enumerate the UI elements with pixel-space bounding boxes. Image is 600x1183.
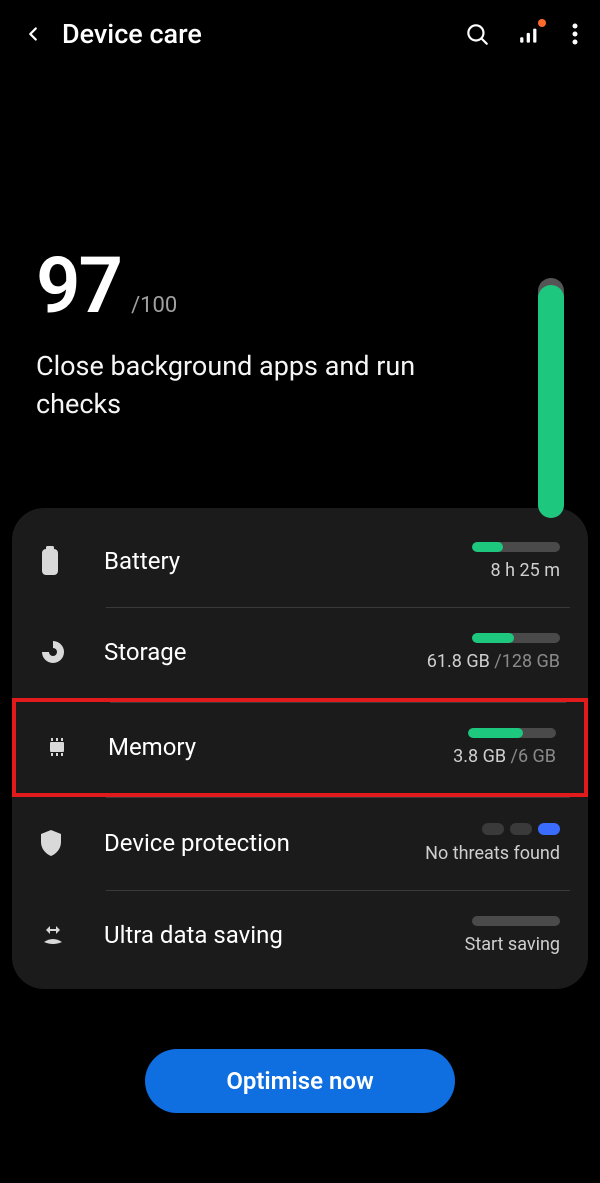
battery-row[interactable]: Battery 8 h 25 m <box>12 516 588 607</box>
status-card: Battery 8 h 25 m Storage 61.8 GB /128 GB… <box>12 508 588 989</box>
battery-progress <box>472 542 560 552</box>
battery-icon <box>40 546 104 576</box>
score-pill-fill <box>538 285 564 518</box>
score-max: /100 <box>131 293 177 318</box>
battery-sub: 8 h 25 m <box>491 560 560 581</box>
data-saving-sub: Start saving <box>465 934 560 955</box>
score-pill <box>538 278 564 518</box>
storage-sub: 61.8 GB /128 GB <box>427 651 560 672</box>
data-saving-progress <box>472 916 560 926</box>
memory-icon <box>44 734 108 760</box>
optimise-button[interactable]: Optimise now <box>145 1049 455 1113</box>
search-icon[interactable] <box>464 21 490 47</box>
more-menu-icon[interactable] <box>572 22 578 46</box>
protection-label: Device protection <box>104 829 425 857</box>
storage-row[interactable]: Storage 61.8 GB /128 GB <box>12 607 588 698</box>
data-saving-icon <box>40 922 104 948</box>
page-title: Device care <box>62 18 464 50</box>
protection-row[interactable]: Device protection No threats found <box>12 797 588 890</box>
storage-label: Storage <box>104 638 427 666</box>
back-button[interactable] <box>22 23 44 45</box>
notification-dot-icon <box>538 19 546 27</box>
score-section: 97 /100 Close background apps and run ch… <box>0 68 600 484</box>
score-subtitle: Close background apps and run checks <box>36 348 458 424</box>
data-saving-row[interactable]: Ultra data saving Start saving <box>12 890 588 981</box>
memory-row[interactable]: Memory 3.8 GB /6 GB <box>12 698 588 797</box>
data-usage-icon[interactable] <box>518 21 544 47</box>
shield-icon <box>40 829 104 857</box>
storage-icon <box>40 639 104 665</box>
score-value: 97 <box>36 248 121 326</box>
storage-progress <box>472 633 560 643</box>
memory-label: Memory <box>108 733 453 761</box>
memory-sub: 3.8 GB /6 GB <box>453 746 556 767</box>
data-saving-label: Ultra data saving <box>104 921 465 949</box>
protection-dots <box>482 823 560 835</box>
battery-label: Battery <box>104 547 472 575</box>
optimise-button-label: Optimise now <box>226 1067 373 1095</box>
protection-sub: No threats found <box>425 843 560 864</box>
memory-progress <box>468 728 556 738</box>
